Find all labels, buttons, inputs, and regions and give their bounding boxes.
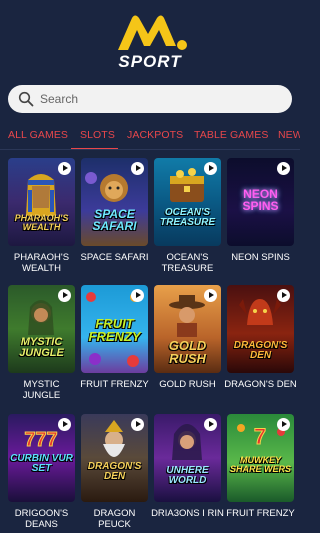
game-title[interactable]: NEON SPINS (223, 252, 298, 263)
game-thumbnail[interactable]: UNHERE WORLD (154, 414, 221, 502)
game-thumbnail[interactable]: OCEAN'S TREASURE (154, 158, 221, 246)
game-art-title: CURBIN VUR SET (10, 453, 73, 474)
brand-sport-text: SPORT (118, 52, 182, 71)
tab-jackpots[interactable]: JACKPOTS (127, 129, 183, 141)
games-grid: PHARAOH'S WEALTH PHARAOH'S WEALTH SPACE … (0, 156, 300, 533)
game-title[interactable]: DRAGON'S DEN (223, 379, 298, 390)
play-icon[interactable] (131, 162, 144, 175)
game-art-title: MUWKEY SHARE WERS (229, 455, 291, 474)
active-tab-indicator (71, 148, 118, 149)
game-thumbnail[interactable]: MYSTIC JUNGLE (8, 285, 75, 373)
game-art-title: PHARAOH'S WEALTH (14, 213, 69, 232)
game-title[interactable]: PHARAOH'S WEALTH (4, 252, 79, 274)
game-title[interactable]: SPACE SAFARI (77, 252, 152, 263)
game-thumbnail[interactable]: SPACE SAFARI (81, 158, 148, 246)
game-art-title: GOLD RUSH (168, 338, 207, 366)
game-art-title: DRAGON'S DEN (87, 461, 142, 482)
game-thumbnail[interactable]: 7 MUWKEY SHARE WERS (227, 414, 294, 502)
game-thumbnail[interactable]: PHARAOH'S WEALTH (8, 158, 75, 246)
play-icon[interactable] (277, 289, 290, 302)
play-icon[interactable] (204, 162, 217, 175)
m-logo-icon (118, 15, 187, 50)
search-bar[interactable] (8, 85, 292, 113)
game-thumbnail[interactable]: FRUIT FRENZY (81, 285, 148, 373)
play-icon[interactable] (58, 289, 71, 302)
game-art-title: DRAGON'S DEN (233, 340, 288, 361)
game-art-title: NEON SPINS (242, 187, 279, 213)
play-icon[interactable] (131, 418, 144, 431)
game-art-title: SPACE SAFARI (92, 207, 137, 233)
tab-slots[interactable]: SLOTS (80, 129, 115, 141)
game-title[interactable]: GOLD RUSH (150, 379, 225, 390)
game-title[interactable]: FRUIT FRENZY (223, 508, 298, 519)
game-title[interactable]: OCEAN'S TREASURE (150, 252, 225, 274)
app-header: SPORT (0, 0, 300, 80)
search-input[interactable] (40, 89, 280, 109)
play-icon[interactable] (131, 289, 144, 302)
game-art-title: FRUIT FRENZY (88, 316, 141, 344)
category-tabs: ALL GAMES SLOTS JACKPOTS TABLE GAMES NEW (0, 124, 300, 150)
play-icon[interactable] (204, 418, 217, 431)
game-art-title: OCEAN'S TREASURE (159, 207, 215, 228)
svg-text:7: 7 (254, 424, 266, 449)
game-title[interactable]: DRIA3ONS I RIN (150, 508, 225, 519)
game-art-title: MYSTIC JUNGLE (19, 336, 64, 359)
play-icon[interactable] (58, 162, 71, 175)
game-title[interactable]: DRAGON PEUCK (77, 508, 152, 530)
svg-text:777: 777 (24, 429, 57, 451)
play-icon[interactable] (204, 289, 217, 302)
tab-all-games[interactable]: ALL GAMES (8, 129, 68, 141)
game-thumbnail[interactable]: 777 CURBIN VUR SET (8, 414, 75, 502)
game-title[interactable]: DRIGOON'S DEANS (4, 508, 79, 530)
search-icon (18, 91, 34, 107)
game-thumbnail[interactable]: NEON SPINS (227, 158, 294, 246)
play-icon[interactable] (58, 418, 71, 431)
play-icon[interactable] (277, 418, 290, 431)
game-title[interactable]: FRUIT FRENZY (77, 379, 152, 390)
tab-table-games[interactable]: TABLE GAMES (194, 129, 268, 141)
game-thumbnail[interactable]: DRAGON'S DEN (227, 285, 294, 373)
game-title[interactable]: MYSTIC JUNGLE (4, 379, 79, 401)
brand-logo[interactable]: SPORT (108, 12, 192, 72)
game-thumbnail[interactable]: DRAGON'S DEN (81, 414, 148, 502)
tab-new[interactable]: NEW (278, 129, 300, 141)
play-icon[interactable] (277, 162, 290, 175)
game-art-title: UNHERE WORLD (166, 465, 209, 486)
game-thumbnail[interactable]: GOLD RUSH (154, 285, 221, 373)
